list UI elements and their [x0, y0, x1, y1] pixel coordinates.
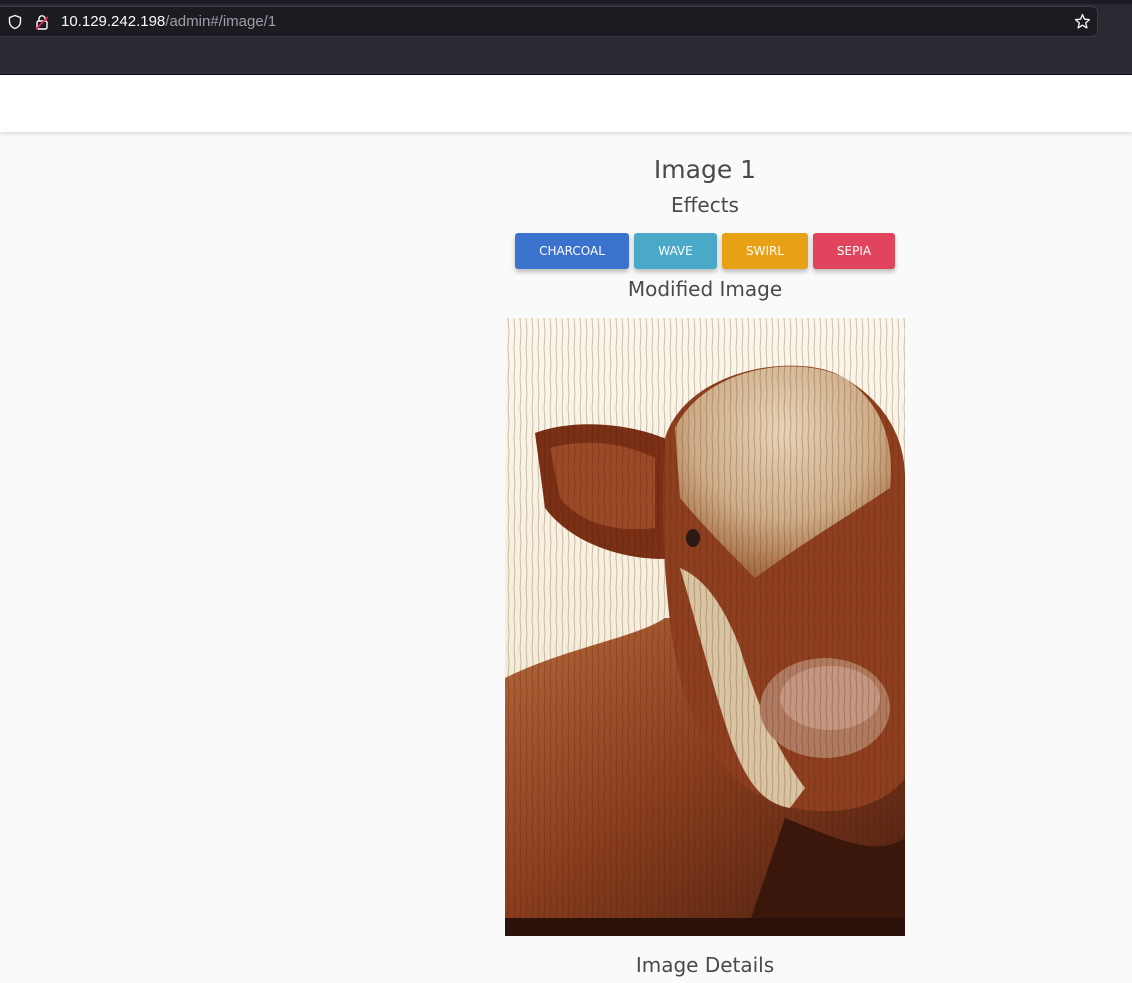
image-details-heading: Image Details	[635, 953, 775, 977]
modified-image	[505, 318, 905, 936]
star-icon[interactable]	[1074, 13, 1091, 30]
address-bar[interactable]: 10.129.242.198/admin#/image/1	[0, 6, 1098, 37]
page-navbar	[0, 75, 1132, 132]
page-title: Image 1	[653, 155, 757, 184]
url-path: /admin#/image/1	[165, 13, 277, 30]
charcoal-button[interactable]: CHARCOAL	[515, 233, 629, 269]
insecure-lock-icon[interactable]	[34, 14, 50, 30]
swirl-button[interactable]: SWIRL	[722, 233, 808, 269]
url-host: 10.129.242.198	[61, 13, 166, 30]
effects-heading: Effects	[671, 193, 739, 217]
tab-strip	[0, 0, 1132, 4]
shield-icon[interactable]	[7, 14, 23, 30]
wave-button[interactable]: WAVE	[634, 233, 717, 269]
cow-image	[505, 318, 905, 936]
url-text[interactable]: 10.129.242.198/admin#/image/1	[61, 13, 276, 31]
modified-image-heading: Modified Image	[627, 277, 783, 301]
sepia-button[interactable]: SEPIA	[813, 233, 895, 269]
browser-toolbar: 10.129.242.198/admin#/image/1	[0, 0, 1132, 75]
